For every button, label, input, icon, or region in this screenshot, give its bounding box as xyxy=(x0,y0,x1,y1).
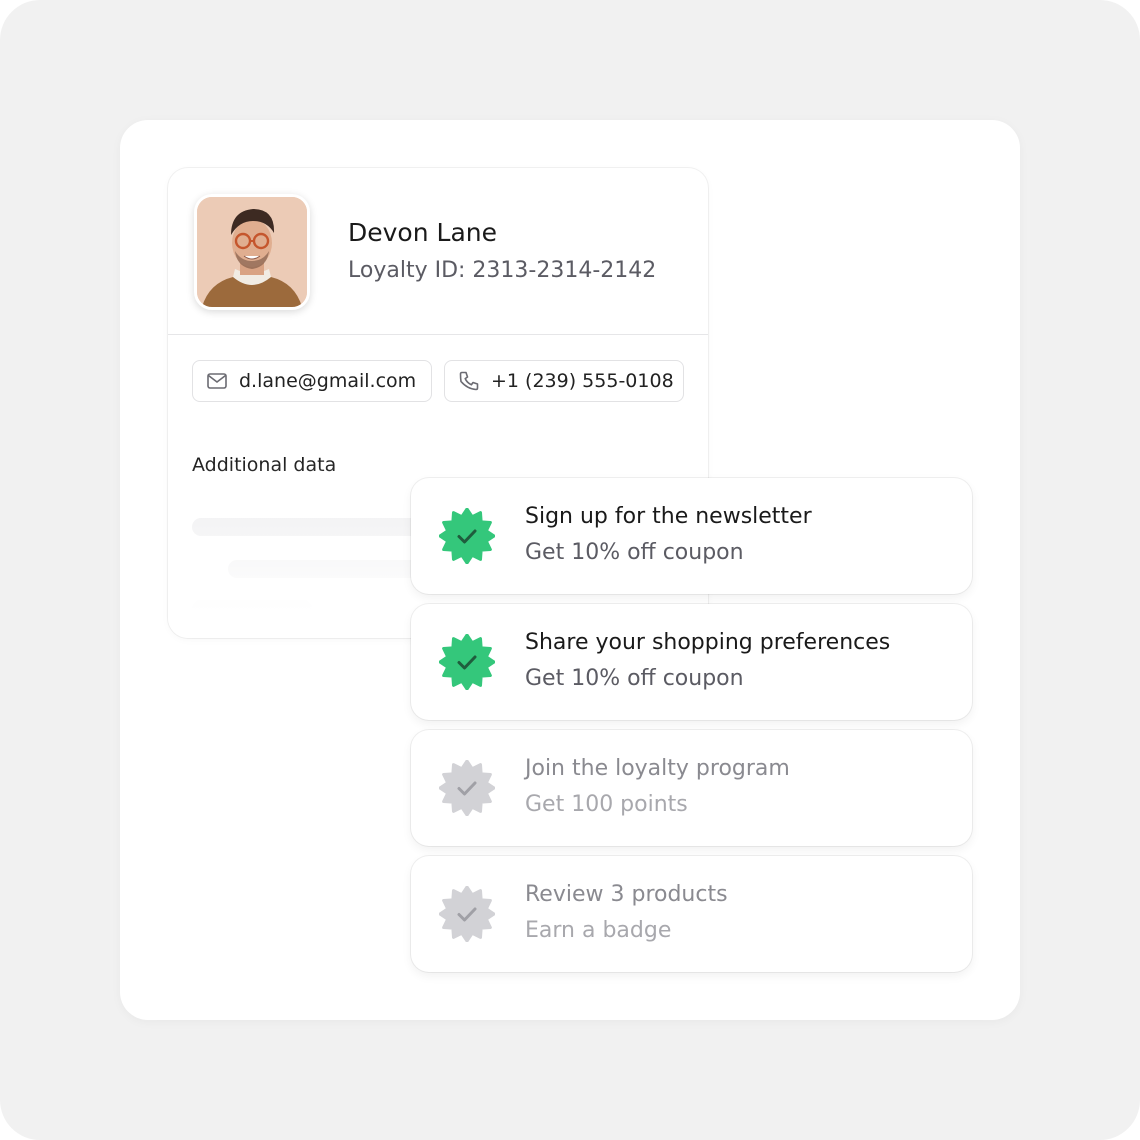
task-title: Review 3 products xyxy=(525,882,728,907)
mail-icon xyxy=(205,369,229,393)
task-card[interactable]: Share your shopping preferences Get 10% … xyxy=(411,604,972,720)
task-title: Sign up for the newsletter xyxy=(525,504,812,529)
task-card[interactable]: Join the loyalty program Get 100 points xyxy=(411,730,972,846)
email-text: d.lane@gmail.com xyxy=(239,370,417,392)
task-card[interactable]: Review 3 products Earn a badge xyxy=(411,856,972,972)
customer-name: Devon Lane xyxy=(348,218,497,247)
skeleton-line xyxy=(228,560,428,578)
task-reward: Get 10% off coupon xyxy=(525,540,744,565)
loyalty-id: Loyalty ID: 2313-2314-2142 xyxy=(348,258,657,283)
verified-badge-icon xyxy=(438,759,496,817)
task-reward: Get 100 points xyxy=(525,792,688,817)
task-card[interactable]: Sign up for the newsletter Get 10% off c… xyxy=(411,478,972,594)
divider xyxy=(168,334,708,335)
phone-text: +1 (239) 555-0108 xyxy=(491,370,674,392)
task-reward: Earn a badge xyxy=(525,918,672,943)
verified-badge-icon xyxy=(438,507,496,565)
task-reward: Get 10% off coupon xyxy=(525,666,744,691)
phone-chip[interactable]: +1 (239) 555-0108 xyxy=(444,360,684,402)
skeleton-line xyxy=(192,600,312,618)
verified-badge-icon xyxy=(438,633,496,691)
phone-icon xyxy=(457,369,481,393)
section-title: Additional data xyxy=(192,454,337,476)
task-title: Share your shopping preferences xyxy=(525,630,891,655)
email-chip[interactable]: d.lane@gmail.com xyxy=(192,360,432,402)
task-title: Join the loyalty program xyxy=(525,756,790,781)
verified-badge-icon xyxy=(438,885,496,943)
avatar[interactable] xyxy=(194,194,310,310)
